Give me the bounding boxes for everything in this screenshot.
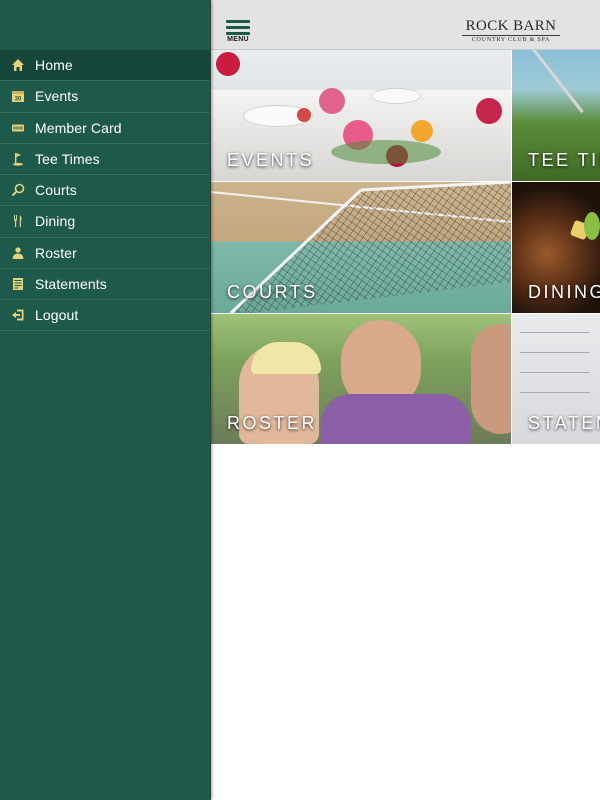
events-tile-label: EVENTS <box>227 150 315 170</box>
sidebar-item-logout[interactable]: Logout <box>0 300 210 332</box>
events-photo-flower <box>319 88 345 114</box>
home-icon <box>0 58 35 72</box>
dining-tile-label: DINING <box>528 282 600 302</box>
events-photo-flower <box>476 98 502 124</box>
statements-tile[interactable]: STATEM <box>512 314 600 444</box>
sidebar-item-label: Roster <box>35 244 77 261</box>
logo-sub-text: COUNTRY CLUB & SPA <box>471 37 551 43</box>
events-photo-flower <box>216 52 240 76</box>
logout-icon <box>0 308 35 322</box>
sidebar-item-events[interactable]: 30 Events <box>0 81 210 113</box>
sidebar-item-label: Home <box>35 57 73 74</box>
sidebar-item-statements[interactable]: Statements <box>0 269 210 300</box>
dining-photo-garnish <box>584 212 600 240</box>
member-card-icon <box>0 121 35 135</box>
sidebar-item-courts[interactable]: Courts <box>0 175 210 207</box>
roster-photo-person <box>471 324 511 434</box>
fork-knife-icon <box>0 214 35 228</box>
events-photo-flower <box>411 120 433 142</box>
tee-times-tile-label: TEE TIM <box>528 150 600 170</box>
sidebar-item-label: Logout <box>35 307 79 324</box>
logo-main-text: ROCK BARN <box>462 19 560 36</box>
club-logo: ROCK BARN COUNTRY CLUB & SPA <box>462 19 560 43</box>
navigation-drawer: Home 30 Events Member Card Tee Times Cou… <box>0 0 211 800</box>
statement-photo-line <box>520 332 590 333</box>
roster-tile-label: ROSTER <box>227 413 318 433</box>
statement-photo-line <box>520 392 590 393</box>
sidebar-item-member-card[interactable]: Member Card <box>0 113 210 144</box>
sidebar-item-dining[interactable]: Dining <box>0 206 210 238</box>
golf-flag-icon <box>0 152 35 166</box>
events-photo-greenery <box>331 140 441 164</box>
svg-text:30: 30 <box>14 97 21 103</box>
menu-label: MENU <box>227 36 249 43</box>
sidebar-item-label: Statements <box>35 275 107 292</box>
statement-document-icon <box>0 277 35 291</box>
courts-tile[interactable]: COURTS <box>211 182 511 313</box>
sidebar-item-home[interactable]: Home <box>0 50 210 82</box>
roster-person-icon <box>0 246 35 260</box>
drawer-header-spacer <box>0 0 210 50</box>
roster-tile[interactable]: ROSTER <box>211 314 511 444</box>
sidebar-item-label: Member Card <box>35 119 122 136</box>
tee-times-tile[interactable]: TEE TIM <box>512 50 600 181</box>
feature-tile-grid: EVENTS TEE TIM COURTS DINING <box>211 50 600 444</box>
events-photo-flower <box>297 108 311 122</box>
roster-photo-shirt <box>321 394 471 444</box>
app-header: MENU ROCK BARN COUNTRY CLUB & SPA <box>211 0 600 50</box>
menu-button[interactable]: MENU <box>225 20 251 46</box>
calendar-icon: 30 <box>0 89 35 103</box>
sidebar-item-label: Dining <box>35 213 76 230</box>
sidebar-item-label: Events <box>35 88 79 105</box>
events-tile[interactable]: EVENTS <box>211 50 511 181</box>
sidebar-item-roster[interactable]: Roster <box>0 238 210 269</box>
statements-tile-label: STATEM <box>528 413 600 433</box>
statement-photo-line <box>520 352 590 353</box>
dining-tile[interactable]: DINING <box>512 182 600 313</box>
events-photo-plate <box>371 88 421 104</box>
sidebar-item-label: Tee Times <box>35 150 100 167</box>
sidebar-item-label: Courts <box>35 182 77 199</box>
statement-photo-line <box>520 372 590 373</box>
roster-photo-cap <box>251 342 321 374</box>
tee-photo-club-shaft <box>532 50 584 114</box>
sidebar-item-tee-times[interactable]: Tee Times <box>0 144 210 175</box>
tennis-racket-icon <box>0 183 35 197</box>
courts-tile-label: COURTS <box>227 282 318 302</box>
